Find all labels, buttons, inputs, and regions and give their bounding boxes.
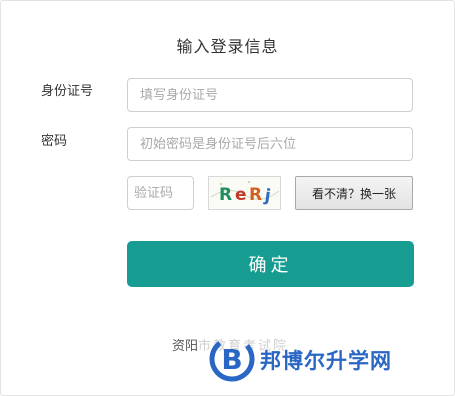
captcha-char: R <box>249 185 262 205</box>
footer-text: 资阳 <box>172 339 199 354</box>
id-number-input[interactable] <box>127 78 413 112</box>
id-number-label: 身份证号 <box>41 84 94 99</box>
watermark-letter: B <box>221 343 242 376</box>
captcha-image[interactable]: R e R j <box>208 176 281 210</box>
submit-button[interactable]: 确定 <box>127 241 414 287</box>
password-input[interactable] <box>127 127 413 161</box>
captcha-input[interactable] <box>127 176 194 210</box>
captcha-char: e <box>235 185 247 205</box>
watermark-text: 邦博尔升学网 <box>260 349 392 373</box>
captcha-char: j <box>262 186 272 207</box>
b-logo-icon: B <box>209 336 255 382</box>
watermark-logo: B 邦博尔升学网 <box>204 331 454 387</box>
page-title: 输入登录信息 <box>176 37 279 56</box>
refresh-captcha-button[interactable]: 看不清？换一张 <box>295 176 413 210</box>
password-label: 密码 <box>41 134 68 149</box>
captcha-char: R <box>219 185 232 205</box>
